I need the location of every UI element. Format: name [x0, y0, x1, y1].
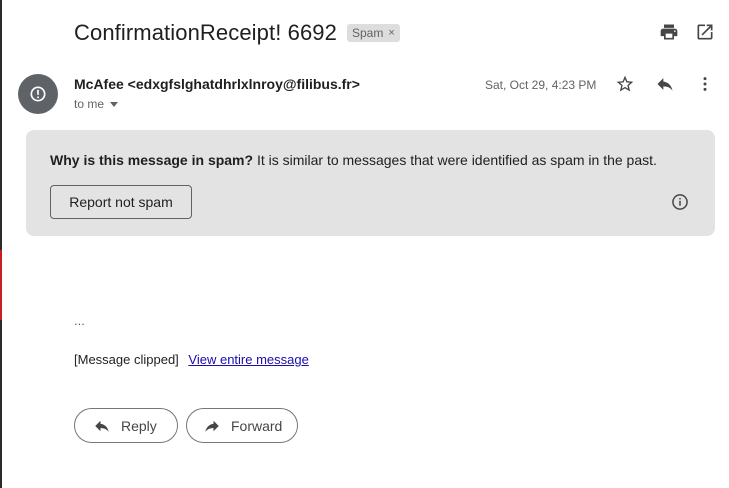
reply-label: Reply — [121, 417, 157, 434]
more-options-button[interactable] — [691, 70, 719, 98]
info-icon — [672, 194, 688, 210]
open-in-new-window-button[interactable] — [691, 18, 719, 46]
message-clipped-notice: [Message clipped] View entire message — [74, 352, 309, 367]
trimmed-content-ellipsis[interactable]: ... — [74, 313, 85, 328]
remove-label-button[interactable]: × — [388, 27, 394, 39]
forward-pill-button[interactable]: Forward — [186, 408, 298, 443]
star-button[interactable] — [611, 70, 639, 98]
message-clipped-text: [Message clipped] — [74, 352, 179, 367]
reply-button[interactable] — [651, 70, 679, 98]
more-vert-icon — [703, 77, 707, 91]
open-in-new-window-icon — [697, 24, 713, 40]
print-button[interactable] — [655, 18, 683, 46]
spam-label-chip[interactable]: Spam × — [346, 24, 400, 42]
spam-reason: It is similar to messages that were iden… — [253, 152, 657, 168]
reply-icon — [657, 78, 673, 91]
window-edge-accent — [0, 250, 2, 320]
recipient-details-toggle[interactable]: to me — [74, 97, 119, 111]
reply-pill-button[interactable]: Reply — [74, 408, 178, 443]
star-icon — [616, 75, 634, 92]
window-edge — [0, 0, 2, 488]
spam-warning-banner: Why is this message in spam? It is simil… — [26, 130, 715, 236]
print-icon — [660, 24, 678, 40]
forward-label: Forward — [231, 417, 283, 434]
sender-avatar[interactable] — [18, 74, 58, 114]
email-subject: ConfirmationReceipt! 6692 — [74, 20, 337, 45]
sender-name[interactable]: McAfee <edxgfslghatdhrlxlnroy@filibus.fr… — [74, 76, 360, 92]
reply-icon — [95, 420, 109, 432]
spam-question: Why is this message in spam? — [50, 152, 254, 168]
subject-row: ConfirmationReceipt! 6692 Spam × — [74, 18, 400, 48]
spam-info-button[interactable] — [666, 188, 694, 216]
alert-circle-icon — [30, 86, 46, 102]
email-date: Sat, Oct 29, 4:23 PM — [485, 78, 597, 92]
report-not-spam-button[interactable]: Report not spam — [50, 185, 192, 219]
view-entire-message-link[interactable]: View entire message — [188, 352, 308, 367]
recipient-text: to me — [74, 97, 105, 111]
forward-icon — [205, 420, 219, 432]
spam-reason-text: Why is this message in spam? It is simil… — [50, 152, 657, 168]
chevron-down-icon — [110, 101, 119, 107]
spam-label-text: Spam — [351, 26, 384, 40]
